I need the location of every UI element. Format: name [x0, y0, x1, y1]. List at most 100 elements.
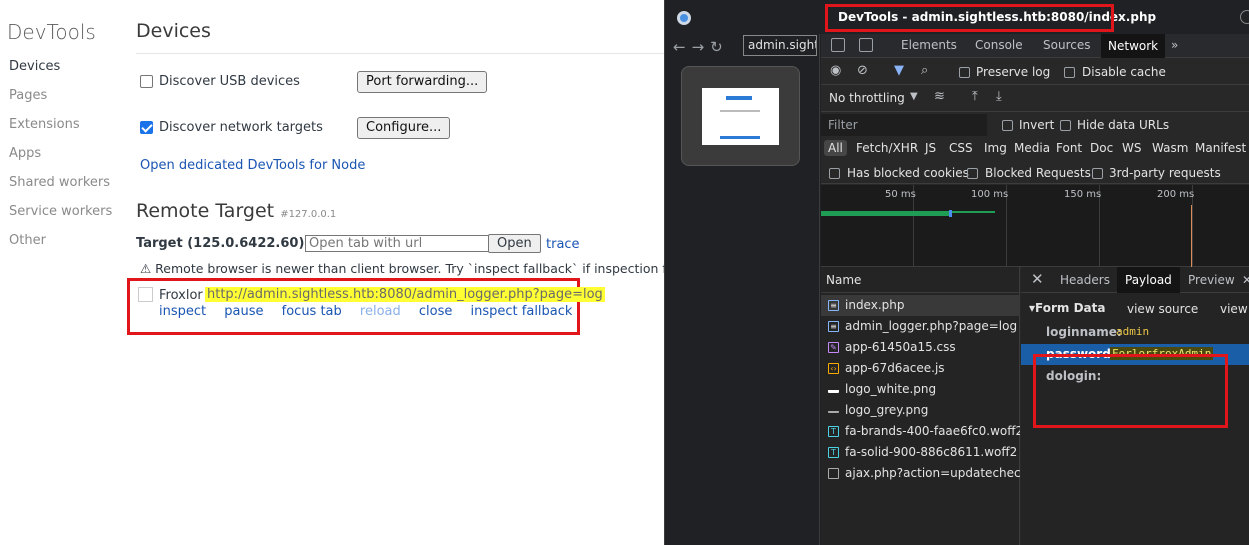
overview-bar: [951, 211, 995, 213]
tab-network[interactable]: Network: [1101, 34, 1166, 58]
focus-tab-link[interactable]: focus tab: [282, 304, 342, 319]
list-item[interactable]: ✎ app-61450a15.css: [821, 337, 1020, 358]
view-url-encoded-link[interactable]: view U: [1220, 302, 1249, 316]
load-marker: [1191, 205, 1192, 267]
document-icon: ≡: [828, 300, 839, 311]
export-har-icon[interactable]: ⤓: [996, 89, 1002, 104]
form-data-header[interactable]: ▾Form Data: [1029, 301, 1105, 315]
sidebar-item-apps[interactable]: Apps: [9, 147, 112, 176]
list-item[interactable]: logo_white.png: [821, 379, 1020, 400]
tab-console[interactable]: Console: [975, 38, 1023, 52]
trace-link[interactable]: trace: [546, 237, 580, 252]
list-item[interactable]: ≡ admin_logger.php?page=log: [821, 316, 1020, 337]
tab-elements[interactable]: Elements: [901, 38, 957, 52]
filter-icon[interactable]: ▼: [894, 63, 904, 78]
inspect-fallback-link[interactable]: inspect fallback: [471, 304, 573, 319]
tab-headers[interactable]: Headers: [1060, 273, 1110, 287]
view-source-link[interactable]: view source: [1127, 302, 1198, 316]
font-icon: T: [828, 447, 839, 458]
third-party-checkbox[interactable]: [1092, 168, 1103, 179]
back-icon[interactable]: ←: [673, 38, 692, 56]
network-label: Discover network targets: [159, 120, 323, 135]
type-img[interactable]: Img: [984, 141, 1007, 155]
overview-tick: 150 ms: [1064, 189, 1102, 200]
import-har-icon[interactable]: ⤒: [972, 89, 978, 104]
network-checkbox[interactable]: [140, 121, 153, 134]
type-doc[interactable]: Doc: [1090, 141, 1113, 155]
reload-icon[interactable]: ↻: [710, 38, 729, 56]
disable-cache-checkbox[interactable]: [1064, 67, 1075, 78]
type-manifest[interactable]: Manifest: [1195, 141, 1246, 155]
type-font[interactable]: Font: [1056, 141, 1082, 155]
list-item[interactable]: ≡ index.php: [821, 295, 1020, 316]
more-detail-tabs-icon[interactable]: ✕: [1242, 273, 1249, 287]
close-link[interactable]: close: [419, 304, 452, 319]
list-item[interactable]: T fa-brands-400-faae6fc0.woff2: [821, 421, 1020, 442]
type-js[interactable]: JS: [925, 141, 936, 155]
overview-bar: [821, 211, 951, 216]
list-item[interactable]: logo_grey.png: [821, 400, 1020, 421]
close-icon[interactable]: ✕: [1031, 270, 1044, 288]
blocked-requests-checkbox[interactable]: [967, 168, 978, 179]
network-conditions-icon[interactable]: ≋: [934, 89, 945, 104]
reload-link[interactable]: reload: [360, 304, 401, 319]
usb-checkbox[interactable]: [140, 75, 153, 88]
network-overview[interactable]: 50 ms 100 ms 150 ms 200 ms: [821, 185, 1249, 267]
record-icon[interactable]: ◉: [830, 63, 841, 78]
screencast-thumbnail[interactable]: [681, 66, 800, 166]
blocked-cookies-checkbox[interactable]: [829, 168, 840, 179]
filter-input[interactable]: Filter: [821, 114, 987, 136]
script-icon: ‹›: [828, 363, 839, 374]
image-icon: [828, 389, 839, 393]
type-all[interactable]: All: [824, 140, 847, 156]
type-css[interactable]: CSS: [949, 141, 973, 155]
list-item[interactable]: ajax.php?action=updatechec…: [821, 463, 1020, 484]
open-url-input[interactable]: Open tab with url: [305, 235, 489, 252]
address-input[interactable]: admin.sightl: [743, 35, 817, 56]
sidebar-item-service-workers[interactable]: Service workers: [9, 205, 112, 234]
sidebar-item-extensions[interactable]: Extensions: [9, 118, 112, 147]
version-warning: ⚠ Remote browser is newer than client br…: [140, 261, 692, 276]
configure-button[interactable]: Configure...: [357, 117, 451, 139]
overview-tick: 50 ms: [885, 189, 916, 200]
type-ws[interactable]: WS: [1122, 141, 1141, 155]
port-forwarding-button[interactable]: Port forwarding...: [357, 71, 488, 93]
more-tabs-icon[interactable]: »: [1171, 38, 1178, 52]
hide-data-urls-checkbox[interactable]: [1060, 120, 1071, 131]
type-fetch-xhr[interactable]: Fetch/XHR: [856, 141, 918, 155]
sidebar-item-devices[interactable]: Devices: [9, 60, 112, 89]
open-button[interactable]: Open: [488, 234, 541, 253]
pause-link[interactable]: pause: [224, 304, 263, 319]
node-devtools-link[interactable]: Open dedicated DevTools for Node: [140, 158, 365, 173]
chevron-down-icon[interactable]: ▼: [910, 91, 918, 102]
window-control-icon[interactable]: [1240, 10, 1249, 24]
forward-icon[interactable]: →: [692, 38, 711, 56]
list-item[interactable]: T fa-solid-900-886c8611.woff2: [821, 442, 1020, 463]
network-option: Discover network targets: [140, 120, 323, 135]
tab-sources[interactable]: Sources: [1043, 38, 1090, 52]
list-item[interactable]: ‹› app-67d6acee.js: [821, 358, 1020, 379]
invert-checkbox[interactable]: [1002, 120, 1013, 131]
tab-preview[interactable]: Preview: [1188, 273, 1235, 287]
blocked-filters: Has blocked cookies Blocked Requests 3rd…: [821, 162, 1249, 184]
type-media[interactable]: Media: [1014, 141, 1050, 155]
tab-favicon-icon: [138, 287, 153, 302]
sidebar-item-shared-workers[interactable]: Shared workers: [9, 176, 112, 205]
usb-label: Discover USB devices: [159, 74, 300, 89]
blocked-cookies-label: Has blocked cookies: [847, 166, 969, 180]
preserve-log-checkbox[interactable]: [959, 67, 970, 78]
field-key: loginname:: [1046, 325, 1122, 339]
type-wasm[interactable]: Wasm: [1152, 141, 1188, 155]
sidebar-item-other[interactable]: Other: [9, 234, 112, 263]
inspect-link[interactable]: inspect: [159, 304, 206, 319]
field-value: admin: [1116, 325, 1150, 338]
hide-data-urls-label: Hide data URLs: [1077, 118, 1170, 132]
device-toolbar-icon[interactable]: [859, 38, 873, 52]
throttling-select[interactable]: No throttling: [829, 91, 905, 105]
tab-payload[interactable]: Payload: [1117, 267, 1180, 293]
inspect-element-icon[interactable]: [831, 38, 845, 52]
clear-icon[interactable]: ⊘: [857, 63, 868, 78]
sidebar-item-pages[interactable]: Pages: [9, 89, 112, 118]
search-icon[interactable]: ⌕: [921, 63, 928, 78]
name-column-header[interactable]: Name: [821, 267, 1020, 293]
